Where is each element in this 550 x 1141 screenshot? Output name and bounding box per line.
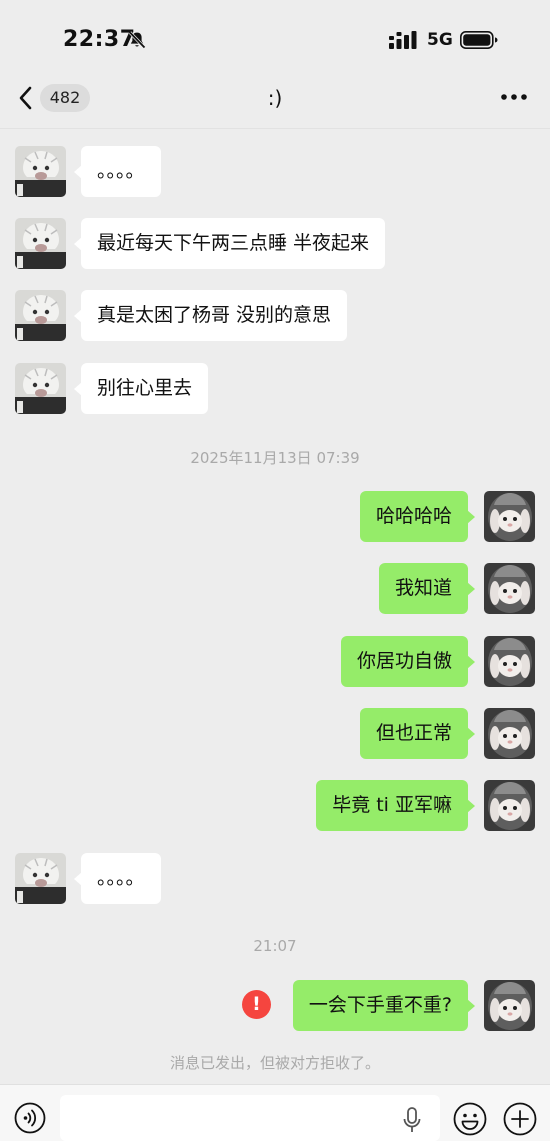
timestamp-separator: 2025年11月13日 07:39 xyxy=(190,449,360,467)
message-input[interactable] xyxy=(60,1095,440,1141)
nav-divider xyxy=(0,128,550,129)
contact-avatar[interactable] xyxy=(15,290,66,341)
signal-bars-icon xyxy=(389,31,417,49)
contact-avatar[interactable] xyxy=(15,853,66,904)
plus-circle-icon[interactable] xyxy=(503,1102,537,1136)
incoming-message[interactable]: 别往心里去 xyxy=(73,363,209,414)
status-time: 22:37 xyxy=(63,27,136,52)
status-bar: 22:37 5G xyxy=(0,0,550,80)
outgoing-message[interactable]: 一会下手重不重? xyxy=(292,980,476,1031)
voice-toggle-icon[interactable] xyxy=(14,1102,46,1134)
self-avatar[interactable] xyxy=(484,980,535,1031)
outgoing-message[interactable]: 但也正常 xyxy=(359,708,476,759)
outgoing-message[interactable]: 我知道 xyxy=(378,563,476,614)
outgoing-message[interactable]: 毕竟 ti 亚军嘛 xyxy=(316,780,475,831)
chat-title: :) xyxy=(267,86,283,110)
network-label: 5G xyxy=(427,30,453,50)
self-avatar[interactable] xyxy=(484,708,535,759)
bell-slash-icon xyxy=(128,31,146,49)
self-avatar[interactable] xyxy=(484,491,535,542)
self-avatar[interactable] xyxy=(484,780,535,831)
send-failed-icon[interactable]: ! xyxy=(242,990,271,1019)
incoming-message[interactable]: 最近每天下午两三点睡 半夜起来 xyxy=(73,218,386,269)
self-avatar[interactable] xyxy=(484,636,535,687)
microphone-icon[interactable] xyxy=(401,1106,423,1134)
timestamp-separator: 21:07 xyxy=(253,937,297,955)
contact-avatar[interactable] xyxy=(15,363,66,414)
outgoing-message[interactable]: 哈哈哈哈 xyxy=(359,491,476,542)
incoming-message[interactable]: 。。。。 xyxy=(74,146,161,197)
emoji-icon[interactable] xyxy=(453,1102,487,1136)
incoming-message[interactable]: 真是太困了杨哥 没别的意思 xyxy=(73,290,348,341)
contact-avatar[interactable] xyxy=(15,218,66,269)
more-dots-icon[interactable] xyxy=(500,92,528,102)
outgoing-message[interactable]: 你居功自傲 xyxy=(340,636,476,687)
self-avatar[interactable] xyxy=(484,563,535,614)
battery-icon xyxy=(460,30,498,49)
rejected-notice: 消息已发出，但被对方拒收了。 xyxy=(169,1054,380,1072)
contact-avatar[interactable] xyxy=(15,146,66,197)
incoming-message[interactable]: 。。。。 xyxy=(74,853,161,904)
